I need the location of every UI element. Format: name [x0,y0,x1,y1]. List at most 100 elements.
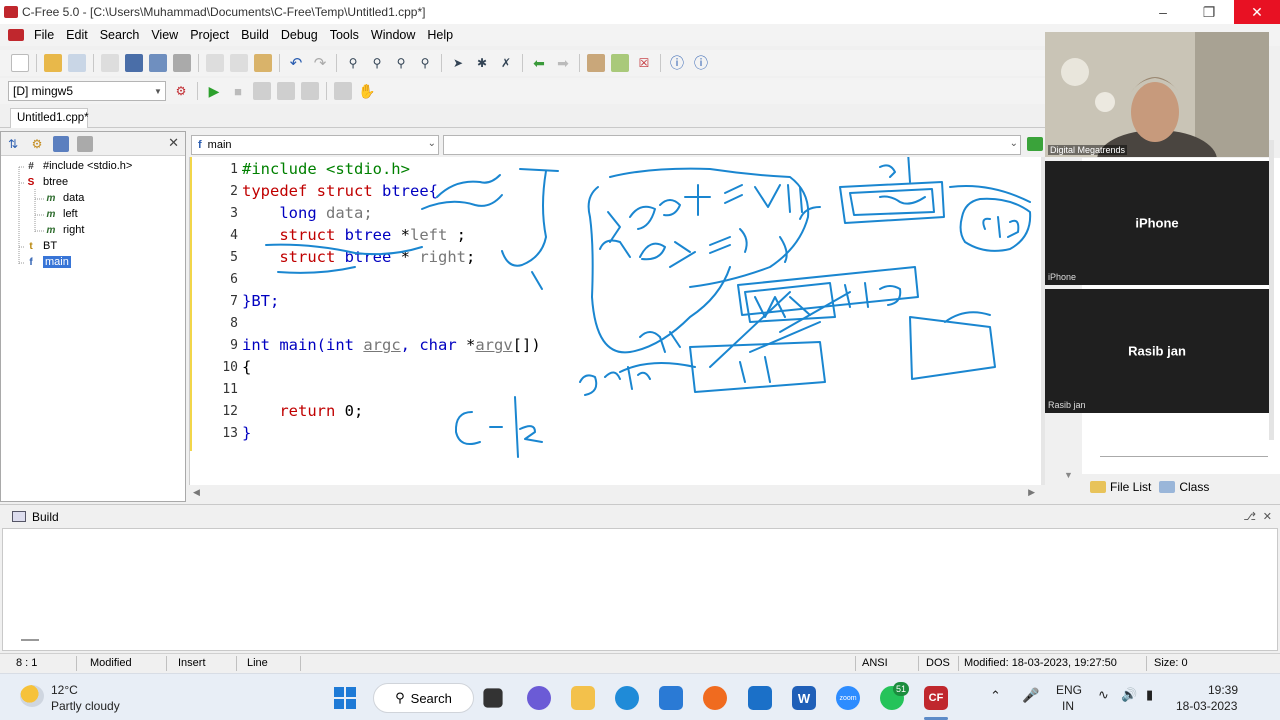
rebuild-icon[interactable] [301,82,319,100]
undo-icon[interactable]: ↶ [287,54,305,72]
main-toolbar: ↶ ↷ ⚲ ⚲ ⚲ ⚲ ➤ ✱ ✗ ⬅ ➡ ☒ ⓘ ⓘ [0,50,1045,76]
build-output[interactable] [2,528,1278,651]
mail-icon[interactable] [748,686,772,710]
menu-window[interactable]: Window [369,28,417,42]
battery-icon[interactable]: ▮ [1146,687,1153,703]
find-next-icon[interactable]: ⚲ [368,54,386,72]
close-icon[interactable]: ✕ [1263,510,1272,523]
microphone-icon[interactable]: 🎤 [1022,687,1039,704]
find-icon[interactable]: ⚲ [344,54,362,72]
compiler-select[interactable]: [D] mingw5 ▼ [8,81,166,101]
word-icon[interactable]: W [792,686,816,710]
scroll-down-icon[interactable]: ▼ [1064,470,1073,480]
sync-icon[interactable] [1027,137,1043,151]
tab-file-list[interactable]: File List [1090,480,1151,494]
menu-debug[interactable]: Debug [279,28,320,42]
tools-icon[interactable]: ✗ [497,54,515,72]
task-view-icon[interactable] [483,688,503,708]
sort-icon[interactable]: ⇅ [5,136,21,152]
class-view-icon[interactable] [53,135,69,152]
cut-icon[interactable] [206,54,224,72]
paste-icon[interactable] [254,54,272,72]
print-icon[interactable] [173,54,191,72]
menu-tools[interactable]: Tools [328,28,361,42]
scope-combo[interactable]: ⌄ [443,135,1021,155]
replace-icon[interactable]: ⚲ [392,54,410,72]
menu-project[interactable]: Project [188,28,231,42]
firefox-icon[interactable] [703,686,727,710]
template-icon[interactable] [611,54,629,72]
redo-icon[interactable]: ↷ [311,54,329,72]
participant-tile-iphone[interactable]: iPhone iPhone [1045,161,1269,285]
chevron-down-icon: ▼ [154,86,162,96]
weather-icon[interactable] [20,685,44,707]
help-icon[interactable]: ⓘ [668,54,686,72]
copy-icon[interactable] [230,54,248,72]
menu-edit[interactable]: Edit [64,28,90,42]
wifi-icon[interactable]: ∿ [1098,687,1109,703]
function-combo[interactable]: f main ⌄ [191,135,439,155]
delete-icon[interactable]: ☒ [635,54,653,72]
participant-tile-rasib[interactable]: Rasib jan Rasib jan [1045,289,1269,413]
clock-time[interactable]: 19:39 [1208,683,1238,697]
menu-search[interactable]: Search [98,28,142,42]
build-icon[interactable] [277,82,295,100]
menu-view[interactable]: View [149,28,180,42]
tab-untitled1[interactable]: Untitled1.cpp* [10,108,89,128]
output-resize-grip[interactable] [21,639,39,641]
video-scrollbar[interactable] [1269,140,1274,440]
clock-date[interactable]: 18-03-2023 [1176,699,1237,713]
find-in-files-icon[interactable]: ⚲ [416,54,434,72]
language-code[interactable]: ENG [1056,683,1082,697]
cfree-taskbar-icon[interactable]: CF [924,686,948,710]
chat-icon[interactable] [527,686,551,710]
new-file-icon[interactable] [11,54,29,72]
file-view-icon[interactable] [77,135,93,152]
save-all-icon[interactable] [149,54,167,72]
scroll-right-icon[interactable]: ▶ [1028,487,1035,498]
forward-arrow-icon[interactable]: ➡ [554,54,572,72]
volume-icon[interactable]: 🔊 [1121,687,1137,703]
pin-icon[interactable]: ⎇ [1243,510,1256,523]
compile-icon[interactable] [253,82,271,100]
edge-browser-icon[interactable] [615,686,639,710]
line-ending-format: DOS [926,657,950,669]
close-file-icon[interactable] [101,54,119,72]
editor-horizontal-scrollbar[interactable]: ◀ ▶ [189,485,1045,501]
snippet-icon[interactable] [587,54,605,72]
zoom-icon[interactable]: zoom [836,686,860,710]
window-title: C-Free 5.0 - [C:\Users\Muhammad\Document… [22,5,426,19]
save-icon[interactable] [125,54,143,72]
tab-class[interactable]: Class [1159,480,1209,494]
maximize-button[interactable]: ❐ [1186,0,1232,24]
code-editor[interactable]: 1 2 3 4 5 6 7 8 9 10 11 12 13 #include <… [189,157,1041,485]
minimize-button[interactable]: – [1140,0,1186,24]
compiler-settings-icon[interactable]: ⚙ [172,82,190,100]
weather-temperature[interactable]: 12°C [51,683,78,697]
language-region[interactable]: IN [1062,699,1074,713]
menu-build[interactable]: Build [239,28,271,42]
menu-help[interactable]: Help [425,28,455,42]
weather-description[interactable]: Partly cloudy [51,699,120,713]
stop-icon[interactable]: ■ [229,82,247,100]
bookmark-icon[interactable]: ➤ [449,54,467,72]
store-icon[interactable] [659,686,683,710]
debug-icon[interactable] [334,82,352,100]
hand-icon[interactable]: ✋ [358,82,376,100]
close-icon[interactable]: ✕ [168,135,179,151]
open-project-icon[interactable] [68,54,86,72]
scroll-left-icon[interactable]: ◀ [193,487,200,498]
run-icon[interactable]: ▶ [205,82,223,100]
taskbar-search[interactable]: ⚲ Search [373,683,474,713]
back-arrow-icon[interactable]: ⬅ [530,54,548,72]
context-help-icon[interactable]: ⓘ [692,54,710,72]
chevron-up-icon[interactable]: ⌃ [990,688,1001,704]
menu-file[interactable]: File [32,28,56,42]
panel-toolbar: ⇅ ⚙ ✕ [1,132,185,156]
open-folder-icon[interactable] [44,54,62,72]
file-explorer-icon[interactable] [571,686,595,710]
filter-icon[interactable]: ⚙ [29,136,45,152]
goto-icon[interactable]: ✱ [473,54,491,72]
close-button[interactable]: ✕ [1234,0,1280,24]
windows-start-icon[interactable] [333,686,357,710]
